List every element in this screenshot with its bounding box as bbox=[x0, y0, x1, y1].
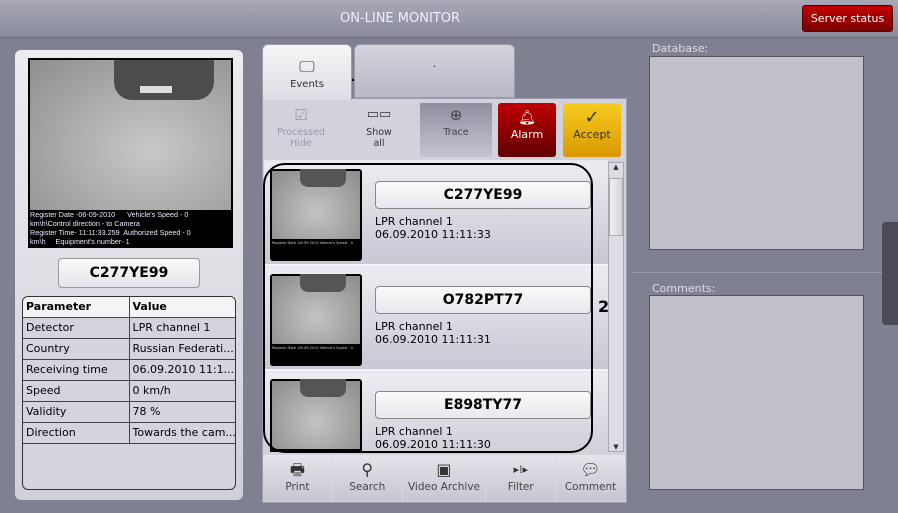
table-row: Detector LPR channel 1 bbox=[23, 316, 235, 339]
comments-box[interactable] bbox=[649, 295, 864, 490]
parameters-table: Parameter Value Detector LPR channel 1 Cou… bbox=[22, 296, 236, 490]
show-all-icon: ▭▭ bbox=[366, 107, 392, 122]
monitor-icon: 🖵 bbox=[299, 57, 315, 76]
alarm-button[interactable]: 🔔︎ Alarm bbox=[498, 103, 556, 157]
tab-second[interactable]: . bbox=[354, 44, 515, 98]
annotation-label-2: 2 bbox=[598, 297, 610, 316]
scroll-up-icon: ▲ bbox=[613, 163, 619, 171]
print-button[interactable]: 🖶 Print bbox=[263, 455, 333, 501]
video-archive-button[interactable]: ▣ Video Archive bbox=[403, 455, 487, 501]
magnifier-icon: ⚲ bbox=[361, 460, 374, 479]
bell-icon: 🔔︎ bbox=[518, 110, 536, 126]
comment-icon: 💬︎ bbox=[580, 460, 601, 479]
processed-check-icon: ☑ bbox=[294, 106, 308, 124]
trace-button[interactable]: ⊕ Trace bbox=[420, 103, 492, 157]
filter-button[interactable]: ▸⁞▸ Filter bbox=[486, 455, 557, 501]
scroll-down-icon: ▼ bbox=[613, 443, 619, 451]
bottom-toolbar: 🖶 Print ⚲ Search ▣ Video Archive ▸⁞▸ Filter … bbox=[263, 455, 625, 501]
table-row: Country Russian Federati... bbox=[23, 337, 235, 360]
comments-label: Comments: bbox=[652, 282, 716, 295]
checkmark-icon: ✓ bbox=[584, 107, 600, 128]
comment-button[interactable]: 💬︎ Comment bbox=[556, 455, 625, 501]
table-row: Receiving time 06.09.2010 11:1... bbox=[23, 358, 235, 381]
annotation-rectangle bbox=[263, 163, 593, 453]
snapshot-overlay-text: Register Date -06-09-2010 Vehicle's Spee… bbox=[30, 210, 191, 246]
side-panel-handle[interactable] bbox=[882, 222, 898, 325]
recognized-plate: C277YE99 bbox=[58, 258, 200, 288]
scrollbar-thumb[interactable] bbox=[609, 178, 623, 236]
tab-events[interactable]: 🖵 Events bbox=[262, 44, 352, 100]
server-status-button[interactable]: Server status bbox=[802, 5, 893, 32]
divider bbox=[632, 272, 898, 273]
filter-icon: ▸⁞▸ bbox=[513, 463, 528, 476]
show-all-button[interactable]: ▭▭ Show all bbox=[348, 103, 410, 157]
window-title: ON-LINE MONITOR bbox=[339, 11, 460, 26]
table-row: Validity 78 % bbox=[23, 400, 235, 423]
table-row: Direction Towards the cam... bbox=[23, 421, 235, 444]
database-box bbox=[649, 56, 864, 250]
accept-button[interactable]: ✓ Accept bbox=[563, 103, 621, 157]
vehicle-snapshot: Register Date -06-09-2010 Vehicle's Spee… bbox=[28, 58, 233, 248]
video-archive-icon: ▣ bbox=[436, 460, 452, 479]
database-label: Database: bbox=[652, 42, 709, 55]
table-row: Speed 0 km/h bbox=[23, 379, 235, 402]
search-button[interactable]: ⚲ Search bbox=[333, 455, 403, 501]
target-icon: ⊕ bbox=[449, 106, 463, 124]
printer-icon: 🖶 bbox=[289, 460, 305, 479]
processed-hide-button[interactable]: ☑ Processed Hide bbox=[270, 103, 332, 157]
